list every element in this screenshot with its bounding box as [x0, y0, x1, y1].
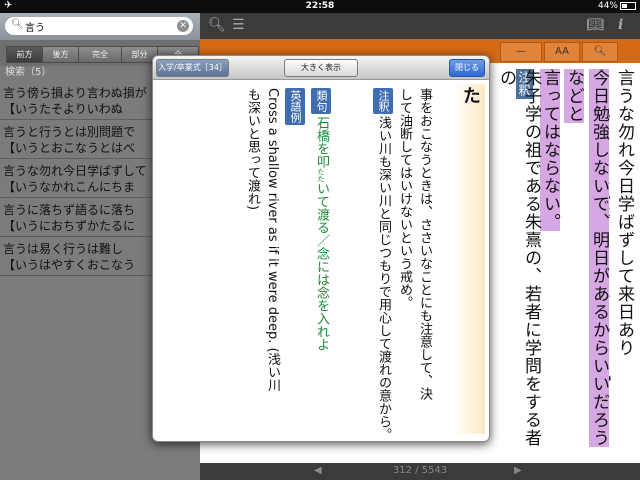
- english-example: Cross a shallow river as if it were deep…: [265, 88, 280, 392]
- result-head: 言う傍ら損より言わぬ損が: [3, 86, 147, 100]
- popup-toolbar: 入学/卒業式［34］ 大きく表示 閉じる: [153, 56, 489, 80]
- list-icon[interactable]: ☰: [232, 17, 245, 33]
- result-head: 言うに落ちず語るに落ち: [3, 203, 136, 217]
- page-counter: 312 / 5543: [392, 465, 448, 476]
- result-reading: 【いうにおちずかたるに: [3, 219, 136, 233]
- clear-icon[interactable]: ✕: [177, 20, 189, 32]
- similar-text-b: いて渡る／念には念を入れよ: [314, 182, 329, 351]
- back-button[interactable]: 入学/卒業式［34］: [156, 59, 229, 77]
- search-query: 言う: [25, 23, 45, 34]
- search-in-entry-button[interactable]: 🔍︎: [582, 42, 618, 62]
- status-time: 22:58: [305, 1, 335, 11]
- search-input[interactable]: 🔍︎ 言う ✕: [5, 17, 193, 35]
- result-reading: 【いうなかれこんにちま: [3, 180, 136, 194]
- status-bar: ✈ 22:58 44%: [0, 0, 640, 13]
- result-head: 言うな勿れ今日学ばずして: [3, 164, 147, 178]
- top-toolbar: 🔍︎ ☰ 📖︎ i: [200, 13, 640, 39]
- mode-tab[interactable]: 完全: [78, 46, 122, 63]
- close-button[interactable]: 閉じる: [449, 59, 485, 77]
- enlarge-button[interactable]: 大きく表示: [284, 59, 358, 77]
- popup-heading: 浅い川も深く渡れ【あさいかわもふかくわた: [453, 84, 489, 434]
- result-reading: 【いうたそよりいわぬ: [3, 102, 123, 116]
- battery-indicator: 44%: [598, 1, 636, 11]
- search-icon[interactable]: 🔍︎: [208, 17, 226, 33]
- mode-tab[interactable]: 後方: [42, 46, 79, 63]
- result-head: 言うと行うとは別問題で: [3, 125, 136, 139]
- result-reading: 【いうとおこなうとはべ: [3, 141, 136, 155]
- result-reading: 【いうはやすくおこなう: [3, 258, 136, 272]
- similar-tag: 類句: [311, 88, 331, 114]
- battery-icon: [620, 1, 636, 10]
- definition-line-2: して油断してはいけないという戒め。: [397, 88, 412, 309]
- note-text: 浅い川も深い川と同じつもりで用心して渡れの意から。: [376, 116, 391, 441]
- definition-line-1: 事をおこなうときは、ささいなことにも注意して、決: [417, 88, 432, 400]
- note-tag: 注釈: [373, 88, 393, 114]
- font-size-button[interactable]: AA: [544, 42, 580, 62]
- search-icon: 🔍︎: [11, 19, 24, 30]
- search-bar: 🔍︎ 言う ✕: [0, 13, 200, 40]
- page-navigation: ◀ 312 / 5543 ▶: [200, 463, 640, 480]
- english-example-translation: も深いと思って渡れ): [245, 88, 260, 211]
- popup-body: 浅い川も深く渡れ【あさいかわもふかくわた 事をおこなうときは、ささいなことにも注…: [153, 80, 489, 441]
- definition-popup: 入学/卒業式［34］ 大きく表示 閉じる 浅い川も深く渡れ【あさいかわもふかくわ…: [152, 55, 490, 442]
- english-tag: 英語例: [285, 88, 305, 125]
- info-icon[interactable]: i: [618, 17, 623, 33]
- mode-tab[interactable]: 前方: [6, 46, 43, 63]
- similar-text-a: 石橋を叩: [314, 116, 329, 168]
- ruby-text: たた: [317, 168, 325, 182]
- next-page-icon[interactable]: ▶: [514, 465, 522, 476]
- meaning-text: 今日勉強しないで、明日があるからいいだろうなどと: [564, 69, 609, 447]
- zoom-out-button[interactable]: —: [500, 42, 542, 62]
- entry-title: 言うな勿れ今日学ばずして来日あり: [614, 69, 634, 357]
- result-head: 言うは易く行うは難し: [3, 242, 124, 256]
- battery-percent: 44%: [597, 1, 618, 11]
- book-icon[interactable]: 📖︎: [586, 17, 604, 33]
- note-text: 朱子学の祖である朱熹の、若者に学問をする者の: [496, 69, 541, 447]
- popup-title: 浅い川も深く渡れ【あさいかわもふかくわた: [460, 86, 489, 428]
